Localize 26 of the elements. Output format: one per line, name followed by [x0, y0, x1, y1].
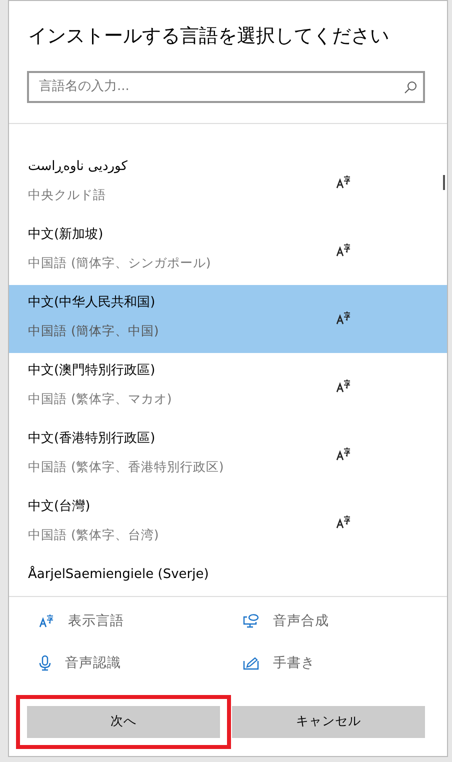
dialog-title: インストールする言語を選択してください	[27, 24, 390, 49]
display-language-icon	[336, 174, 351, 189]
pen-icon	[243, 656, 259, 670]
dialog-button[interactable]: 次へ	[27, 706, 220, 738]
language-item[interactable]: 中文(香港特別行政區) 中国語 (繁体字、香港特別行政区)	[9, 421, 447, 489]
display-language-icon	[336, 514, 351, 529]
feature-label: 表示言語	[68, 612, 124, 631]
language-item[interactable]: 中文(澳門特別行政區) 中国語 (繁体字、マカオ)	[9, 353, 447, 421]
language-item[interactable]: 中文(台灣) 中国語 (繁体字、台湾)	[9, 489, 447, 557]
language-item[interactable]: 中文(新加坡) 中国語 (簡体字、シンガポール)	[9, 217, 447, 285]
microphone-icon	[39, 655, 51, 672]
scrollbar-thumb[interactable]	[443, 175, 445, 190]
display-language-icon	[336, 310, 351, 325]
monitor-speech-icon	[243, 614, 259, 629]
search-icon	[404, 81, 417, 94]
language-item[interactable]: ÅarjelSaemiengiele (Sverje)	[9, 557, 447, 596]
feature-label: 音声認識	[65, 654, 121, 674]
display-language-icon	[336, 242, 351, 257]
feature-label: 音声合成	[273, 612, 329, 631]
feature-label: 手書き	[273, 654, 315, 674]
display-language-icon	[39, 614, 54, 628]
language-item[interactable]: 中文(中华人民共和国) 中国語 (簡体字、中国)	[9, 285, 447, 353]
dialog-button[interactable]: キャンセル	[232, 706, 425, 738]
display-language-icon	[336, 378, 351, 393]
display-language-icon	[336, 446, 351, 461]
search-field[interactable]: 言語名の入力...	[27, 71, 425, 103]
